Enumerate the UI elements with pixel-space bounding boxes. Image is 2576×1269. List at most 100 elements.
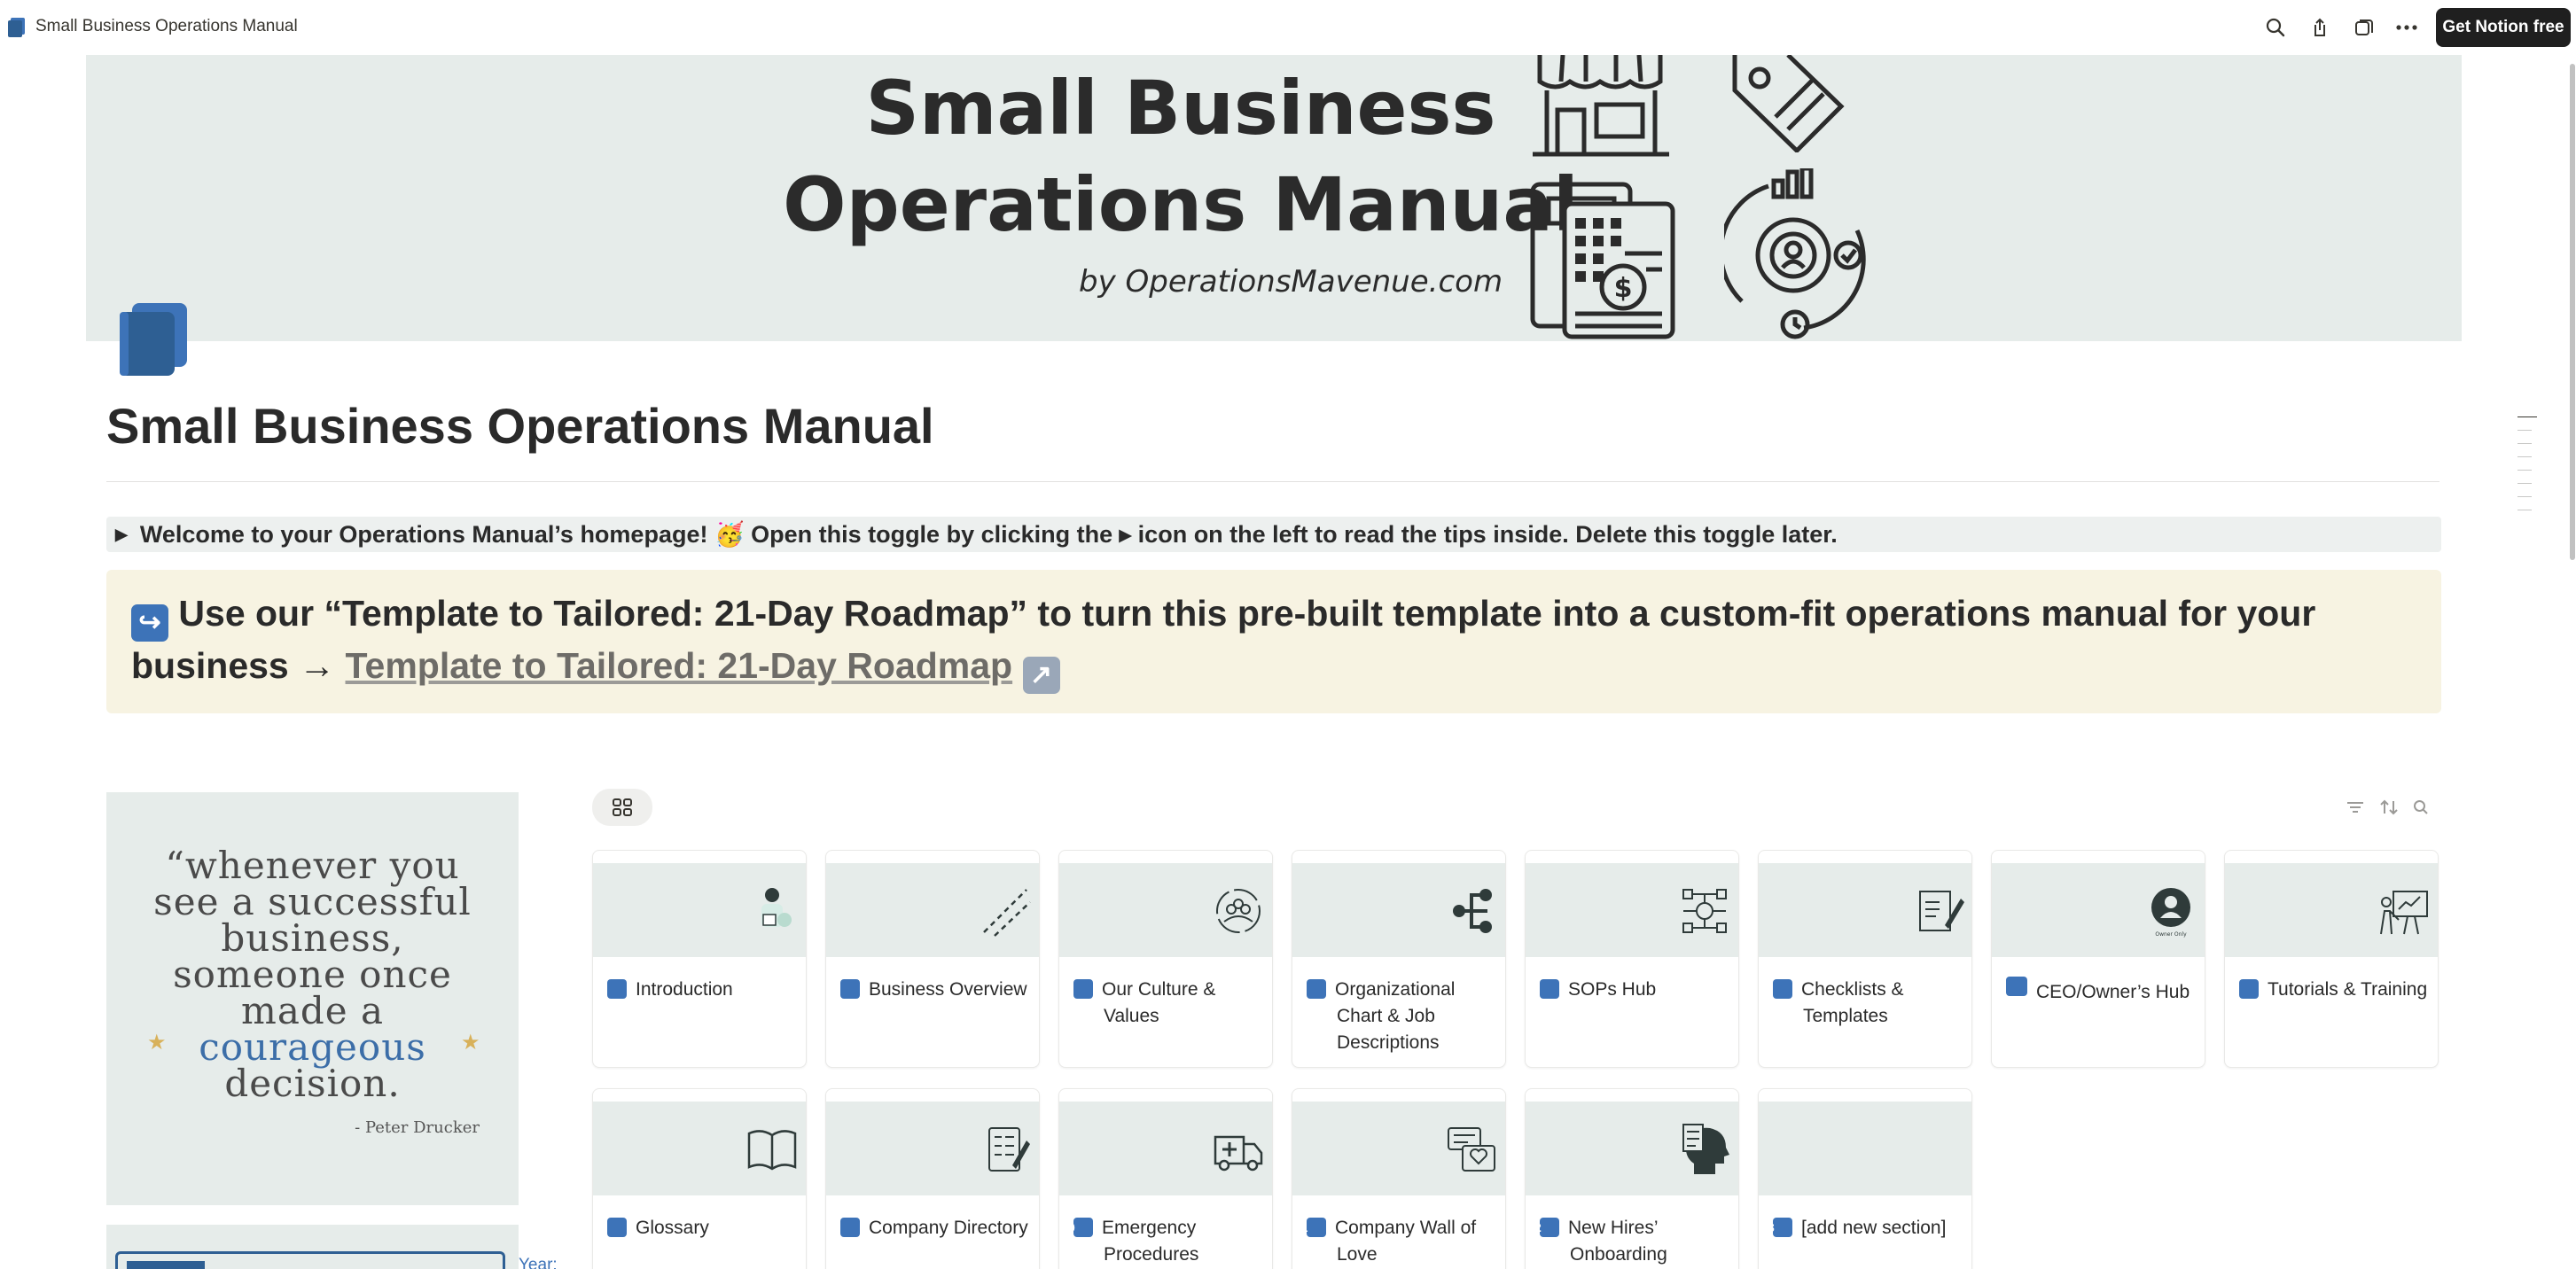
org-chart-icon — [1453, 889, 1492, 933]
card-title: 11 Company Wall of Love — [1295, 1215, 1500, 1268]
presentation-icon — [2380, 891, 2428, 935]
divider — [106, 481, 2439, 482]
card-label: Organizational Chart & Job Descriptions — [1335, 979, 1456, 1053]
quote-accent-word: courageous — [199, 1025, 426, 1069]
card-label: Emergency Procedures — [1102, 1218, 1199, 1265]
calculator-icon: $ — [1530, 182, 1675, 339]
card-title: 4 Organizational Chart & Job Descriptions — [1298, 977, 1500, 1056]
gallery-card[interactable]: 6 Checklists & Templates — [1758, 850, 1972, 1068]
card-number-badge: 2 — [831, 979, 860, 999]
gallery-card[interactable]: 11 Company Wall of Love — [1292, 1088, 1506, 1269]
card-label: [add new section] — [1801, 1218, 1947, 1238]
card-label: Tutorials & Training — [2268, 979, 2428, 1000]
card-cover — [1059, 863, 1272, 957]
card-number-badge: 11 — [1295, 1218, 1326, 1237]
page-title: Small Business Operations Manual — [106, 398, 934, 454]
card-cover — [1292, 863, 1505, 957]
card-cover — [826, 863, 1039, 957]
duplicate-icon[interactable] — [2351, 14, 2377, 41]
roadmap-link[interactable]: Template to Tailored: 21-Day Roadmap — [346, 645, 1013, 686]
card-label: Company Directory — [869, 1218, 1028, 1238]
sort-icon[interactable] — [2377, 796, 2400, 819]
card-title: 13 [add new section] — [1760, 1215, 1966, 1242]
roadmap-callout: ↪ Use our “Template to Tailored: 21-Day … — [106, 570, 2441, 713]
toggle-triangle-icon[interactable]: ▶ — [115, 526, 128, 544]
top-bar: Small Business Operations Manual Get Not… — [0, 0, 2576, 55]
filter-icon[interactable] — [2344, 796, 2367, 819]
more-icon[interactable] — [2393, 14, 2420, 41]
card-cover — [1526, 863, 1738, 957]
star-icon: ★ — [147, 1031, 167, 1055]
gallery-card[interactable]: 12 New Hires’ Onboarding — [1525, 1088, 1739, 1269]
year-progress-label: Year: 22% — [519, 1256, 558, 1269]
share-icon[interactable] — [2307, 14, 2333, 41]
year-progress-bar — [115, 1251, 505, 1269]
card-title: CEO/Owner’s Hub — [2006, 977, 2199, 1006]
card-number-badge: 13 — [1760, 1218, 1792, 1237]
return-arrow-icon: ↪ — [131, 604, 168, 642]
get-notion-free-button[interactable]: Get Notion free — [2436, 8, 2571, 47]
gallery-card[interactable]: 7 Tutorials & Training — [2224, 850, 2439, 1068]
gallery-card[interactable]: 5 SOPs Hub — [1525, 850, 1739, 1068]
card-cover — [1759, 863, 1971, 957]
card-cover — [1759, 1102, 1971, 1195]
card-number-badge: 1 — [598, 979, 627, 999]
gallery-card[interactable]: 9 Company Directory — [825, 1088, 1040, 1269]
card-title: 6 Checklists & Templates — [1764, 977, 1966, 1030]
path-icon — [983, 889, 1031, 937]
svg-text:$: $ — [1614, 273, 1633, 304]
gallery-search-icon[interactable] — [2409, 796, 2432, 819]
gallery-card[interactable]: 13 [add new section] — [1758, 1088, 1972, 1269]
scrollbar-thumb[interactable] — [2570, 64, 2575, 560]
search-icon[interactable] — [2262, 14, 2289, 41]
gallery-card[interactable]: 10 Emergency Procedures — [1058, 1088, 1273, 1269]
svg-text:Owner Only: Owner Only — [2155, 931, 2187, 938]
gallery-view-button[interactable] — [592, 789, 652, 826]
gallery-card[interactable]: 8 Glossary — [592, 1088, 807, 1269]
cover-title-line2: Operations Manual — [783, 161, 1579, 248]
price-tag-icon — [1732, 55, 1845, 152]
card-cover — [1059, 1102, 1272, 1195]
external-link-icon: ↗ — [1022, 657, 1060, 694]
card-label: SOPs Hub — [1568, 979, 1657, 1000]
ambulance-icon — [1214, 1135, 1263, 1172]
chat-heart-icon — [1448, 1127, 1495, 1172]
card-title: 3 Our Culture & Values — [1065, 977, 1267, 1030]
card-label: Glossary — [636, 1218, 709, 1238]
card-number-badge: 4 — [1298, 979, 1326, 999]
card-number-badge: 6 — [1764, 979, 1792, 999]
breadcrumb[interactable]: Small Business Operations Manual — [35, 17, 298, 36]
star-icon: ★ — [461, 1031, 480, 1055]
gallery-card[interactable]: 3 Our Culture & Values — [1058, 850, 1273, 1068]
gallery-card[interactable]: 4 Organizational Chart & Job Descriptions — [1292, 850, 1506, 1068]
cover-byline: by OperationsMavenue.com — [1079, 264, 1503, 300]
page-outline[interactable] — [2517, 417, 2537, 523]
page-book-icon — [8, 18, 25, 37]
card-label: Business Overview — [869, 979, 1027, 1000]
card-cover — [593, 863, 806, 957]
cover-title-line1: Small Business — [865, 65, 1496, 152]
page-book-icon-large[interactable] — [120, 303, 187, 376]
card-number-badge: 3 — [1065, 979, 1093, 999]
card-number-badge: 10 — [1061, 1218, 1093, 1237]
gear-person-icon — [1724, 168, 1866, 339]
storefront-icon — [1533, 55, 1669, 157]
gallery-view-icon — [613, 798, 632, 816]
card-title: 8 Glossary — [598, 1215, 800, 1242]
welcome-toggle[interactable]: ▶ Welcome to your Operations Manual’s ho… — [106, 517, 2441, 552]
card-label: CEO/Owner’s Hub — [2036, 982, 2190, 1002]
scrollbar[interactable] — [2569, 55, 2576, 560]
card-label: Company Wall of Love — [1335, 1218, 1477, 1265]
card-title: 2 Business Overview — [831, 977, 1034, 1003]
card-title: 7 Tutorials & Training — [2230, 977, 2432, 1003]
card-title: 12 New Hires’ Onboarding — [1527, 1215, 1733, 1268]
checklist-pen-icon — [1919, 891, 1964, 931]
gallery-card[interactable]: 2 Business Overview — [825, 850, 1040, 1068]
team-circle-icon — [1216, 889, 1261, 933]
directory-icon — [988, 1127, 1030, 1172]
card-label: New Hires’ Onboarding — [1568, 1218, 1667, 1265]
gallery-card[interactable]: 1 Introduction — [592, 850, 807, 1068]
gallery-card[interactable]: Owner Only CEO/Owner’s Hub — [1991, 850, 2205, 1068]
card-number-badge: 8 — [598, 1218, 627, 1237]
toggle-text: Welcome to your Operations Manual’s home… — [139, 521, 1838, 548]
